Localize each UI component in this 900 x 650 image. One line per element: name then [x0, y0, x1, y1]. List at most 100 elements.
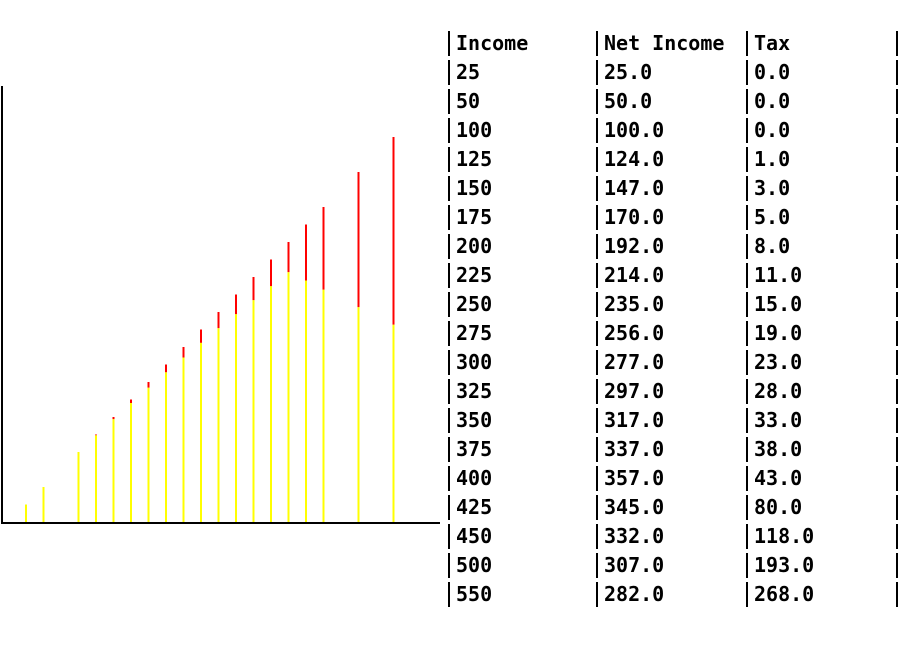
bar-tax — [287, 242, 290, 273]
cell-tax: 43.0 — [746, 466, 802, 491]
column-divider — [896, 234, 898, 259]
column-divider — [896, 408, 898, 433]
bars-group — [25, 137, 395, 522]
cell-income: 50 — [448, 89, 480, 114]
cell-net-income: 337.0 — [596, 437, 664, 462]
column-divider — [896, 350, 898, 375]
column-divider — [896, 176, 898, 201]
table-row: 275 256.0 19.0 — [446, 321, 900, 350]
cell-income: 250 — [448, 292, 492, 317]
cell-tax: 15.0 — [746, 292, 802, 317]
cell-net-income: 307.0 — [596, 553, 664, 578]
bar-net-income — [357, 307, 360, 522]
cell-tax: 8.0 — [746, 234, 790, 259]
table-row: 175 170.0 5.0 — [446, 205, 900, 234]
table-row: 250 235.0 15.0 — [446, 292, 900, 321]
cell-income: 125 — [448, 147, 492, 172]
bar-tax — [147, 382, 150, 388]
bar-net-income — [95, 435, 97, 522]
cell-net-income: 317.0 — [596, 408, 664, 433]
cell-income: 100 — [448, 118, 492, 143]
income-tax-chart — [1, 86, 440, 524]
table-row: 500 307.0 193.0 — [446, 553, 900, 582]
cell-tax: 0.0 — [746, 60, 790, 85]
cell-tax: 193.0 — [746, 553, 814, 578]
header-income: Income — [448, 31, 528, 56]
table-row: 550 282.0 268.0 — [446, 582, 900, 611]
cell-income: 375 — [448, 437, 492, 462]
column-divider — [896, 379, 898, 404]
column-divider — [896, 292, 898, 317]
column-divider — [896, 495, 898, 520]
cell-net-income: 170.0 — [596, 205, 664, 230]
table-row: 350 317.0 33.0 — [446, 408, 900, 437]
bar-net-income — [112, 419, 115, 522]
cell-income: 500 — [448, 553, 492, 578]
cell-income: 550 — [448, 582, 492, 607]
cell-tax: 80.0 — [746, 495, 802, 520]
bar-tax — [130, 399, 132, 403]
bar-net-income — [77, 452, 80, 522]
bar-tax — [305, 224, 307, 281]
cell-net-income: 297.0 — [596, 379, 664, 404]
header-net-income: Net Income — [596, 31, 724, 56]
column-divider — [896, 321, 898, 346]
cell-income: 25 — [448, 60, 480, 85]
cell-net-income: 50.0 — [596, 89, 652, 114]
table-row: 100 100.0 0.0 — [446, 118, 900, 147]
bar-net-income — [217, 328, 220, 522]
column-divider — [896, 524, 898, 549]
table-row: 375 337.0 38.0 — [446, 437, 900, 466]
cell-net-income: 214.0 — [596, 263, 664, 288]
table-row: 200 192.0 8.0 — [446, 234, 900, 263]
table-row: 425 345.0 80.0 — [446, 495, 900, 524]
bar-net-income — [305, 280, 307, 522]
bar-tax — [165, 364, 167, 373]
cell-tax: 5.0 — [746, 205, 790, 230]
bar-net-income — [252, 300, 255, 522]
column-divider — [896, 31, 898, 56]
cell-tax: 38.0 — [746, 437, 802, 462]
table-row: 450 332.0 118.0 — [446, 524, 900, 553]
cell-net-income: 357.0 — [596, 466, 664, 491]
column-divider — [896, 466, 898, 491]
cell-tax: 28.0 — [746, 379, 802, 404]
cell-tax: 0.0 — [746, 118, 790, 143]
cell-income: 425 — [448, 495, 492, 520]
cell-tax: 23.0 — [746, 350, 802, 375]
cell-net-income: 124.0 — [596, 147, 664, 172]
bar-net-income — [322, 289, 325, 522]
bar-net-income — [200, 342, 202, 522]
bar-net-income — [182, 357, 185, 522]
table-row: 325 297.0 28.0 — [446, 379, 900, 408]
column-divider — [896, 582, 898, 607]
bar-tax — [235, 294, 237, 315]
cell-net-income: 256.0 — [596, 321, 664, 346]
column-divider — [896, 263, 898, 288]
cell-net-income: 235.0 — [596, 292, 664, 317]
bar-net-income — [392, 324, 395, 522]
bar-net-income — [165, 372, 167, 522]
column-divider — [896, 147, 898, 172]
cell-income: 225 — [448, 263, 492, 288]
table-row: 50 50.0 0.0 — [446, 89, 900, 118]
table-row: 300 277.0 23.0 — [446, 350, 900, 379]
bar-net-income — [42, 487, 45, 522]
cell-income: 200 — [448, 234, 492, 259]
table-row: 400 357.0 43.0 — [446, 466, 900, 495]
cell-income: 450 — [448, 524, 492, 549]
cell-tax: 0.0 — [746, 89, 790, 114]
cell-tax: 3.0 — [746, 176, 790, 201]
bar-tax — [200, 329, 202, 343]
bar-tax — [252, 277, 255, 301]
cell-tax: 11.0 — [746, 263, 802, 288]
table-row: 125 124.0 1.0 — [446, 147, 900, 176]
column-divider — [896, 205, 898, 230]
cell-tax: 33.0 — [746, 408, 802, 433]
cell-income: 350 — [448, 408, 492, 433]
column-divider — [896, 437, 898, 462]
cell-income: 150 — [448, 176, 492, 201]
bar-tax — [357, 172, 360, 308]
cell-income: 400 — [448, 466, 492, 491]
bar-net-income — [287, 272, 290, 522]
